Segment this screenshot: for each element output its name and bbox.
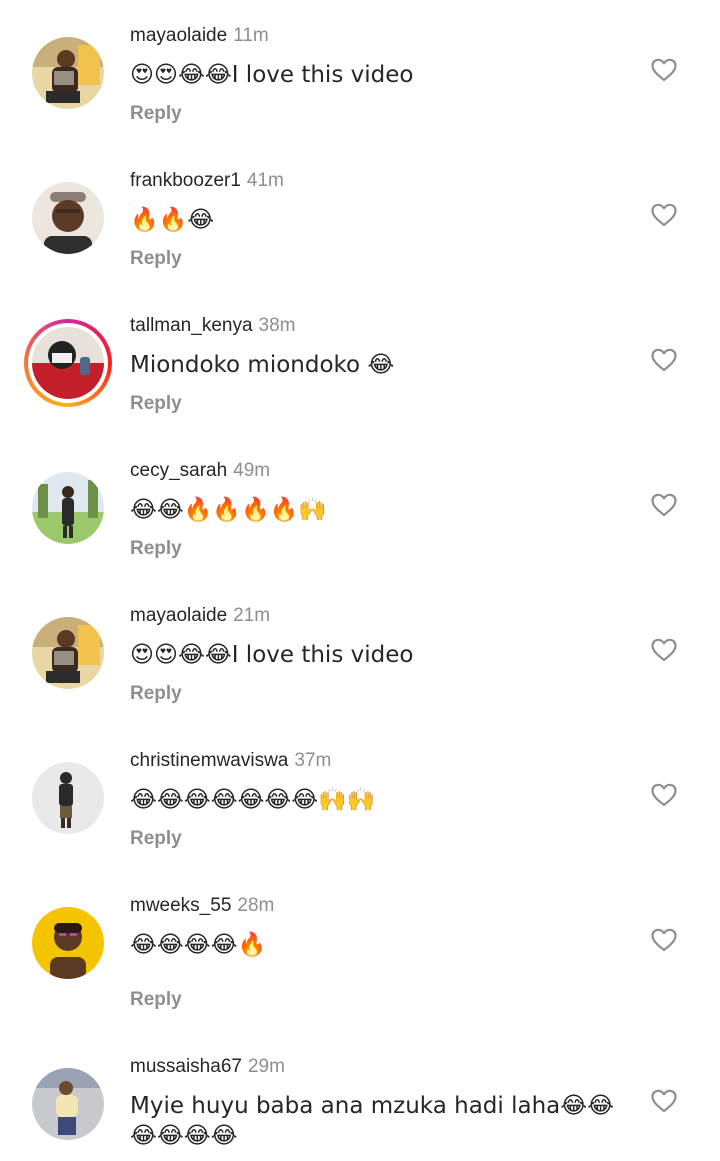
comment-text: 😍😍😂😂I love this video bbox=[130, 62, 414, 88]
avatar-story-ring[interactable] bbox=[24, 319, 112, 407]
avatar[interactable] bbox=[32, 762, 104, 834]
like-button[interactable] bbox=[651, 203, 677, 227]
comment-item: cecy_sarah 49m 😂😂🔥🔥🔥🔥🙌 Reply bbox=[0, 435, 720, 565]
reply-button[interactable]: Reply bbox=[130, 827, 182, 851]
comment-text: 😂😂😂😂😂😂😂🙌🙌 bbox=[130, 787, 376, 813]
avatar[interactable] bbox=[32, 1068, 104, 1140]
heart-outline-icon bbox=[651, 203, 677, 227]
timestamp: 29m bbox=[247, 1056, 285, 1077]
avatar-photo bbox=[32, 37, 104, 109]
heart-outline-icon bbox=[651, 928, 677, 952]
comments-list: mayaolaide 11m 😍😍😂😂I love this video Repl… bbox=[0, 0, 720, 1160]
comment-meta: tallman_kenya 38m bbox=[130, 314, 296, 338]
like-button[interactable] bbox=[651, 348, 677, 372]
heart-outline-icon bbox=[651, 58, 677, 82]
reply-button[interactable]: Reply bbox=[130, 102, 182, 126]
comment-text: 😂😂😂😂🔥 bbox=[130, 932, 267, 958]
comment-item: christinemwaviswa 37m 😂😂😂😂😂😂😂🙌🙌 Reply bbox=[0, 725, 720, 855]
timestamp: 21m bbox=[233, 605, 271, 626]
avatar bbox=[28, 323, 108, 403]
timestamp: 11m bbox=[233, 25, 269, 46]
comment-meta: mweeks_55 28m bbox=[130, 894, 274, 918]
comment-item: tallman_kenya 38m Miondoko miondoko 😂 Rep… bbox=[0, 290, 720, 420]
avatar-photo bbox=[32, 182, 104, 254]
like-button[interactable] bbox=[651, 58, 677, 82]
comment-item: mayaolaide 11m 😍😍😂😂I love this video Repl… bbox=[0, 0, 720, 130]
avatar[interactable] bbox=[32, 907, 104, 979]
avatar-photo bbox=[32, 762, 104, 834]
reply-button[interactable]: Reply bbox=[130, 247, 182, 271]
comment-meta: mayaolaide 11m bbox=[130, 24, 269, 48]
username[interactable]: mayaolaide bbox=[130, 25, 227, 46]
avatar[interactable] bbox=[32, 182, 104, 254]
timestamp: 49m bbox=[233, 460, 271, 481]
heart-outline-icon bbox=[651, 783, 677, 807]
comment-item: mussaisha67 29m Myie huyu baba ana mzuka … bbox=[0, 1031, 720, 1161]
reply-button[interactable]: Reply bbox=[130, 682, 182, 706]
timestamp: 41m bbox=[246, 170, 284, 191]
comment-meta: frankboozer1 41m bbox=[130, 169, 284, 193]
heart-outline-icon bbox=[651, 638, 677, 662]
reply-button[interactable]: Reply bbox=[130, 988, 182, 1012]
username[interactable]: cecy_sarah bbox=[130, 460, 227, 481]
avatar[interactable] bbox=[32, 617, 104, 689]
timestamp: 28m bbox=[237, 895, 275, 916]
like-button[interactable] bbox=[651, 928, 677, 952]
reply-button[interactable]: Reply bbox=[130, 537, 182, 561]
comment-text: 🔥🔥😂 bbox=[130, 207, 215, 233]
username[interactable]: tallman_kenya bbox=[130, 315, 253, 336]
avatar-photo bbox=[32, 472, 104, 544]
heart-outline-icon bbox=[651, 493, 677, 517]
comment-item: mayaolaide 21m 😍😍😂😂I love this video Repl… bbox=[0, 580, 720, 710]
username[interactable]: mweeks_55 bbox=[130, 895, 231, 916]
comment-text: 😍😍😂😂I love this video bbox=[130, 642, 414, 668]
username[interactable]: mayaolaide bbox=[130, 605, 227, 626]
reply-button[interactable]: Reply bbox=[130, 392, 182, 416]
comment-item: frankboozer1 41m 🔥🔥😂 Reply bbox=[0, 145, 720, 275]
like-button[interactable] bbox=[651, 1089, 677, 1113]
timestamp: 38m bbox=[258, 315, 296, 336]
like-button[interactable] bbox=[651, 638, 677, 662]
comment-text: Miondoko miondoko 😂 bbox=[130, 352, 395, 378]
comment-text: 😂😂🔥🔥🔥🔥🙌 bbox=[130, 497, 327, 523]
username[interactable]: mussaisha67 bbox=[130, 1056, 242, 1077]
username[interactable]: christinemwaviswa bbox=[130, 750, 288, 771]
avatar-photo bbox=[32, 617, 104, 689]
comment-text: Myie huyu baba ana mzuka hadi laha😂😂😂😂😂😂 bbox=[130, 1093, 614, 1149]
avatar[interactable] bbox=[32, 472, 104, 544]
avatar-photo bbox=[32, 1068, 104, 1140]
heart-outline-icon bbox=[651, 1089, 677, 1113]
comment-meta: cecy_sarah 49m bbox=[130, 459, 270, 483]
avatar-photo bbox=[32, 907, 104, 979]
comment-item: mweeks_55 28m 😂😂😂😂🔥 Reply bbox=[0, 870, 720, 1010]
username[interactable]: frankboozer1 bbox=[130, 170, 241, 191]
avatar[interactable] bbox=[32, 37, 104, 109]
comment-meta: mussaisha67 29m bbox=[130, 1055, 285, 1079]
avatar-photo bbox=[32, 327, 104, 399]
like-button[interactable] bbox=[651, 493, 677, 517]
like-button[interactable] bbox=[651, 783, 677, 807]
comment-meta: mayaolaide 21m bbox=[130, 604, 270, 628]
comment-meta: christinemwaviswa 37m bbox=[130, 749, 331, 773]
timestamp: 37m bbox=[294, 750, 332, 771]
heart-outline-icon bbox=[651, 348, 677, 372]
